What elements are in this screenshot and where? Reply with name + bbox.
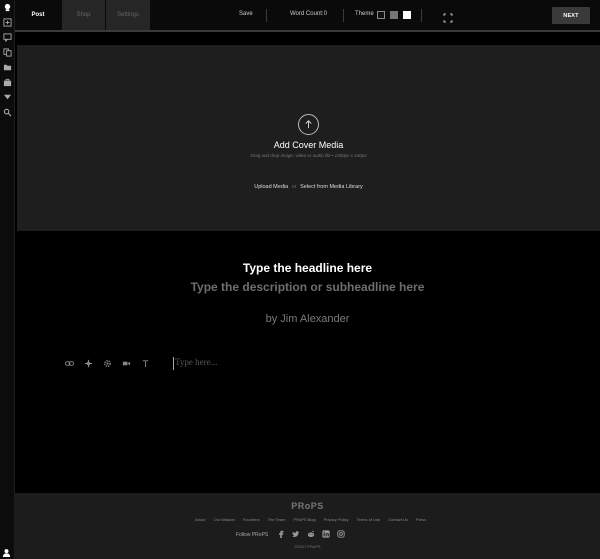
body-input[interactable]: Type here... [175,357,217,367]
tab-label: Shop [76,12,91,18]
briefcase-icon[interactable] [3,78,12,87]
text-cursor [173,357,174,370]
word-count: Word Count:0 [290,11,327,17]
copyright: ©2017 PRoPS [294,544,321,549]
save-button[interactable]: Save [239,11,253,17]
editor-page: Post Shop Settings Save Word Count:0 The… [0,0,600,559]
search-icon[interactable] [3,108,12,117]
cover-actions: Upload Media or Select from Media Librar… [17,184,600,190]
fullscreen-icon[interactable] [443,10,453,23]
left-sidebar [0,0,15,559]
headline-input[interactable]: Type the headline here [15,261,600,275]
gear-icon[interactable] [102,358,112,368]
footer-link-press[interactable]: Press [416,517,426,522]
footer-link-contact[interactable]: Contact Us [388,517,408,522]
text-icon[interactable] [140,358,150,368]
divider [343,9,344,22]
tab-label: Post [31,12,45,18]
footer-link-privacy[interactable]: Privacy Policy [324,517,349,522]
link-icon[interactable] [64,358,74,368]
upload-media-link[interactable]: Upload Media [254,184,288,190]
theme-swatch-gray[interactable] [390,11,398,19]
insert-toolbar [64,358,150,368]
tag-icon[interactable] [3,93,12,102]
social-links [277,530,345,538]
video-icon[interactable] [121,358,131,368]
tab-post[interactable]: Post [15,0,61,30]
divider [421,9,422,22]
footer-link-about[interactable]: About [195,517,205,522]
linkedin-icon[interactable] [322,530,330,538]
cover-media-section: Add Cover Media Drag and drop image, vid… [15,32,600,231]
folder-icon[interactable] [3,63,12,72]
theme-label: Theme [355,11,374,17]
footer-link-team[interactable]: The Team [268,517,286,522]
footer-link-founders[interactable]: Founders [243,517,260,522]
upload-arrow-icon[interactable] [298,114,319,135]
or-text: or [291,184,297,190]
divider [266,9,267,22]
footer-links: About Our Mission Founders The Team PRoP… [195,517,434,522]
reddit-icon[interactable] [307,530,315,538]
top-toolbar: Post Shop Settings Save Word Count:0 The… [15,0,600,32]
media-library-link[interactable]: Select from Media Library [300,184,363,190]
theme-swatch-white[interactable] [403,11,411,19]
tab-shop[interactable]: Shop [62,0,105,30]
footer-link-mission[interactable]: Our Mission [213,517,234,522]
tab-label: Settings [117,12,139,18]
cover-title: Add Cover Media [273,140,344,150]
new-post-icon[interactable] [3,18,12,27]
logo-icon[interactable] [3,3,12,12]
instagram-icon[interactable] [337,530,345,538]
word-count-value: 0 [323,11,327,17]
cover-dropzone[interactable]: Add Cover Media Drag and drop image, vid… [17,45,600,231]
byline: by Jim Alexander [265,313,350,325]
footer-link-blog[interactable]: PRoPS Blog [293,517,315,522]
twitter-icon[interactable] [292,530,300,538]
subheadline-input[interactable]: Type the description or subheadline here [15,280,600,294]
facebook-icon[interactable] [277,530,285,538]
next-button[interactable]: NEXT [552,7,590,24]
footer: PRoPS About Our Mission Founders The Tea… [15,493,600,559]
embed-icon[interactable] [83,358,93,368]
follow-label: Follow PRoPS [236,532,269,538]
cover-subtitle: Drag and drop image, video or audio file… [250,153,367,158]
tab-settings[interactable]: Settings [106,0,150,30]
theme-swatch-black[interactable] [377,11,385,19]
footer-logo[interactable]: PRoPS [15,501,600,511]
word-count-label: Word Count: [290,11,324,17]
footer-link-terms[interactable]: Terms of Use [357,517,381,522]
copy-icon[interactable] [3,48,12,57]
avatar[interactable] [2,544,13,557]
comments-icon[interactable] [3,33,12,42]
